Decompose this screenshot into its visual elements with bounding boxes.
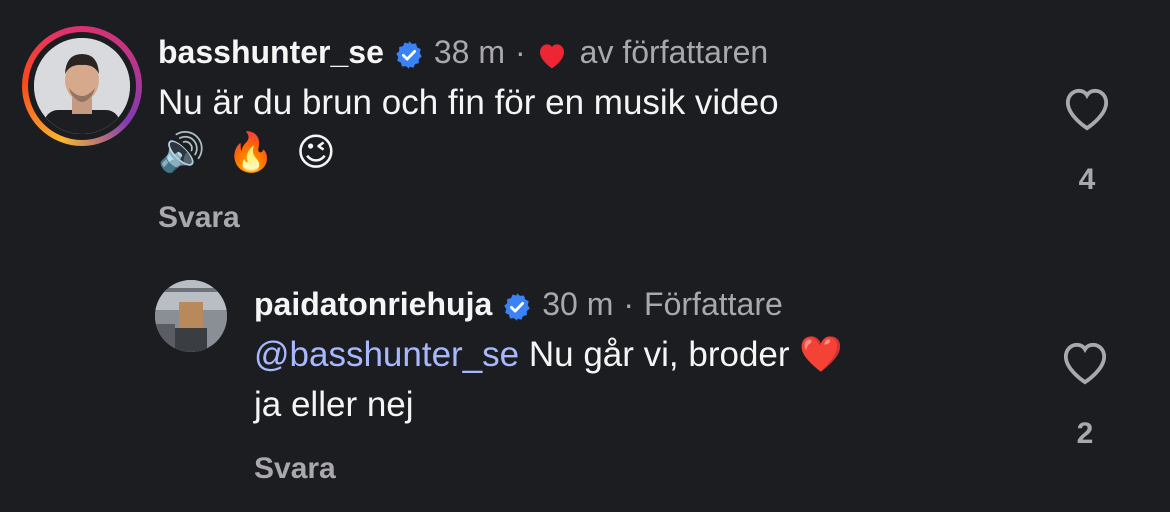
comment-header: paidatonriehuja 30 m · Författare [254, 282, 1014, 326]
like-count: 4 [1078, 163, 1096, 196]
comment-body: paidatonriehuja 30 m · Författare @bassh… [254, 282, 1014, 486]
separator-dot: · [623, 286, 635, 322]
avatar[interactable] [34, 38, 130, 134]
comment-text-line2: ja eller nej [254, 385, 414, 424]
comment-text-content: Nu går vi, broder ❤️ [528, 335, 843, 374]
username[interactable]: paidatonriehuja [254, 282, 492, 326]
reply-button[interactable]: Svara [254, 452, 1014, 486]
verified-badge-icon [394, 37, 424, 69]
story-ring[interactable] [22, 26, 142, 146]
comment: basshunter_se 38 m · av författaren Nu ä… [22, 26, 1152, 256]
username[interactable]: basshunter_se [158, 30, 384, 74]
fire-emoji: 🔥 [227, 132, 275, 174]
like-control: 2 [1055, 340, 1115, 451]
reply-button[interactable]: Svara [158, 201, 1008, 235]
speaker-emoji: 🔊 [158, 132, 206, 174]
author-label: Författare [644, 286, 783, 322]
reply-comment: paidatonriehuja 30 m · Författare @bassh… [155, 280, 1130, 505]
timestamp: 38 m [433, 34, 506, 70]
heart-filled-icon [536, 37, 568, 69]
timestamp: 30 m [542, 286, 614, 322]
separator-dot: · [515, 34, 526, 70]
heart-outline-icon[interactable] [1059, 342, 1111, 390]
comments-thread: basshunter_se 38 m · av författaren Nu ä… [0, 0, 1170, 512]
mention-link[interactable]: @basshunter_se [254, 335, 519, 374]
comment-text-content: Nu är du brun och fin för en musik video [158, 83, 779, 122]
like-count: 2 [1076, 417, 1094, 450]
avatar[interactable] [155, 280, 227, 352]
liked-by-author-label: av författaren [579, 34, 769, 70]
comment-header: basshunter_se 38 m · av författaren [158, 30, 1008, 74]
heart-outline-icon[interactable] [1061, 88, 1113, 136]
comment-text: Nu är du brun och fin för en musik video… [158, 78, 1008, 179]
wink-emoji: 😉 [296, 132, 336, 174]
comment-text: @basshunter_se Nu går vi, broder ❤️ ja e… [254, 330, 1014, 430]
comment-body: basshunter_se 38 m · av författaren Nu ä… [158, 30, 1008, 235]
verified-badge-icon [502, 289, 532, 321]
like-control: 4 [1057, 86, 1117, 197]
